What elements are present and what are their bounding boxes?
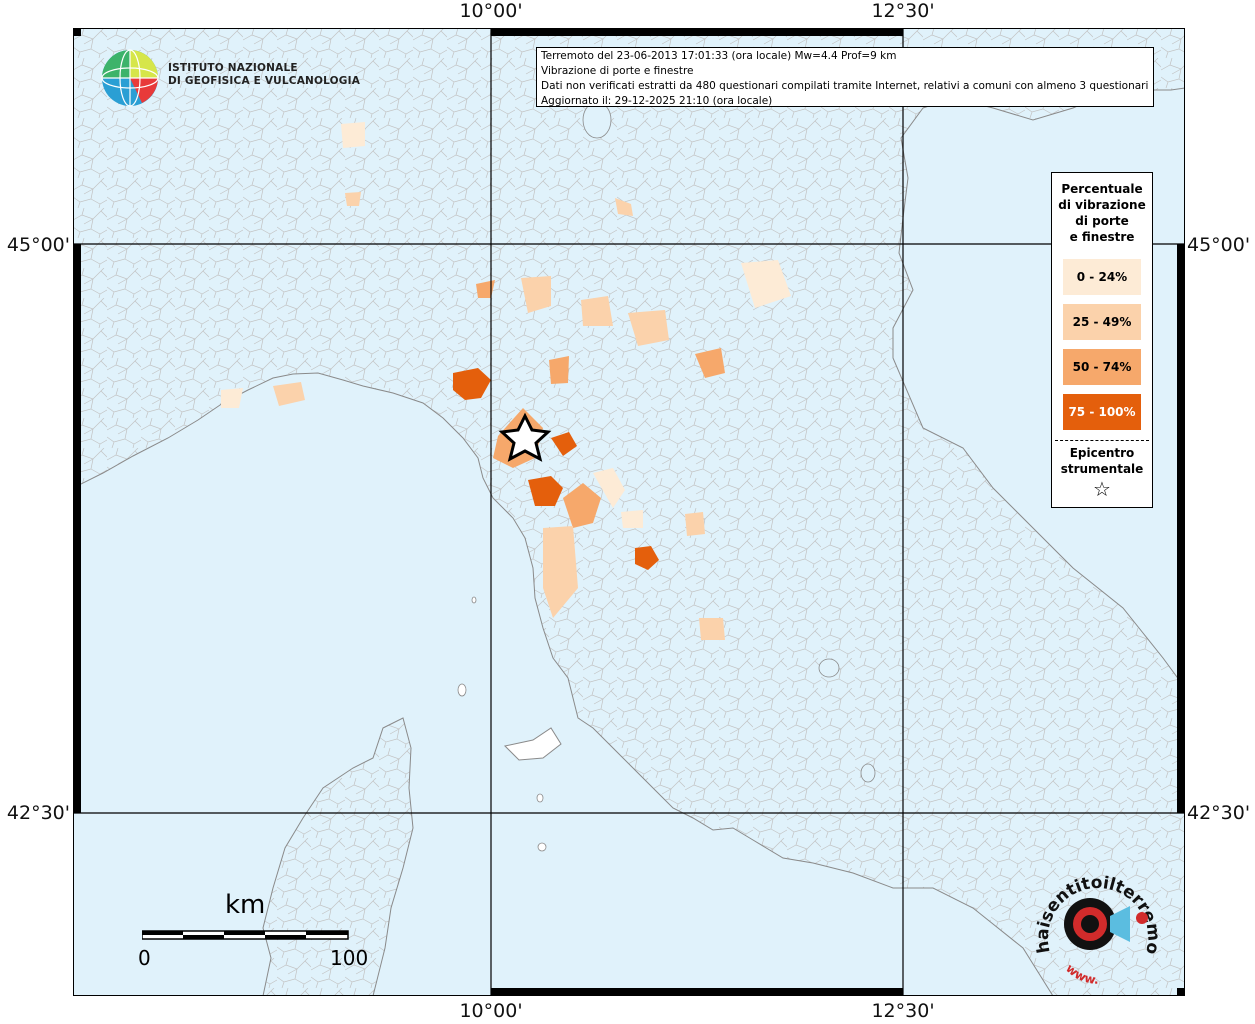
legend-divider (1055, 440, 1149, 441)
lake-bolsena (860, 763, 876, 783)
lat-label-left-45: 45°00' (6, 234, 70, 256)
scale-bar-graphic (142, 930, 349, 940)
area-0-24 (341, 122, 365, 148)
lon-label-bottom-10: 10°00' (459, 1000, 523, 1022)
lake-trasimeno (818, 658, 840, 678)
gorgona (471, 596, 477, 604)
legend-star-icon: ☆ (1093, 477, 1111, 501)
giglio (537, 842, 547, 852)
legend-title-line: di porte (1075, 214, 1129, 228)
legend-class-25-49: 25 - 49% (1063, 304, 1141, 340)
area-25-49 (345, 192, 361, 206)
lon-label-top-12-30: 12°30' (871, 0, 935, 22)
hst-logo-icon: haisentitoilterremoto.it www. (1030, 862, 1164, 987)
ingv-name: ISTITUTO NAZIONALE DI GEOFISICA E VULCAN… (168, 62, 360, 88)
event-info-box: Terremoto del 23-06-2013 17:01:33 (ora l… (536, 47, 1154, 107)
event-info-line1: Terremoto del 23-06-2013 17:01:33 (ora l… (541, 50, 897, 62)
hst-logo-www: www. (1063, 961, 1099, 987)
legend: Percentuale di vibrazione di porte e fin… (1051, 172, 1153, 508)
legend-epicenter-label: Epicentro strumentale (1052, 445, 1152, 477)
legend-epicenter-line: strumentale (1060, 462, 1144, 476)
legend-title-line: Percentuale (1061, 182, 1143, 196)
event-info-line2: Vibrazione di porte e finestre (541, 65, 694, 77)
lon-label-top-10: 10°00' (459, 0, 523, 22)
scale-max: 100 (330, 946, 369, 970)
legend-title-line: e finestre (1069, 230, 1135, 244)
area-25-49 (581, 296, 613, 326)
area-0-24 (621, 510, 643, 528)
ingv-name-line2: DI GEOFISICA E VULCANOLOGIA (168, 75, 361, 87)
ingv-logo-icon (101, 49, 159, 107)
svg-text:www.: www. (1063, 961, 1099, 987)
legend-epicenter-line: Epicentro (1069, 446, 1135, 460)
lat-label-left-42-30: 42°30' (6, 802, 70, 824)
legend-class-75-100: 75 - 100% (1063, 394, 1141, 430)
map[interactable] (73, 28, 1185, 996)
legend-class-50-74: 50 - 74% (1063, 349, 1141, 385)
area-50-74 (549, 356, 569, 384)
event-info-line3: Dati non verificati estratti da 480 ques… (541, 80, 1149, 92)
area-25-49 (699, 618, 725, 640)
scale-min: 0 (138, 946, 151, 970)
pianosa (536, 793, 544, 803)
legend-class-0-24: 0 - 24% (1063, 259, 1141, 295)
lat-label-right-42-30: 42°30' (1187, 802, 1251, 824)
lat-label-right-45: 45°00' (1187, 234, 1251, 256)
scale-bar: km 0 100 (130, 890, 370, 980)
ingv-name-line1: ISTITUTO NAZIONALE (168, 62, 298, 74)
legend-title-line: di vibrazione (1058, 198, 1146, 212)
area-25-49 (685, 512, 705, 536)
scale-unit: km (225, 890, 266, 920)
capraia (457, 683, 467, 697)
event-info-line4: Aggiornato il: 29-12-2025 21:10 (ora loc… (541, 95, 773, 107)
legend-title: Percentuale di vibrazione di porte e fin… (1052, 181, 1152, 245)
lon-label-bottom-12-30: 12°30' (871, 1000, 935, 1022)
